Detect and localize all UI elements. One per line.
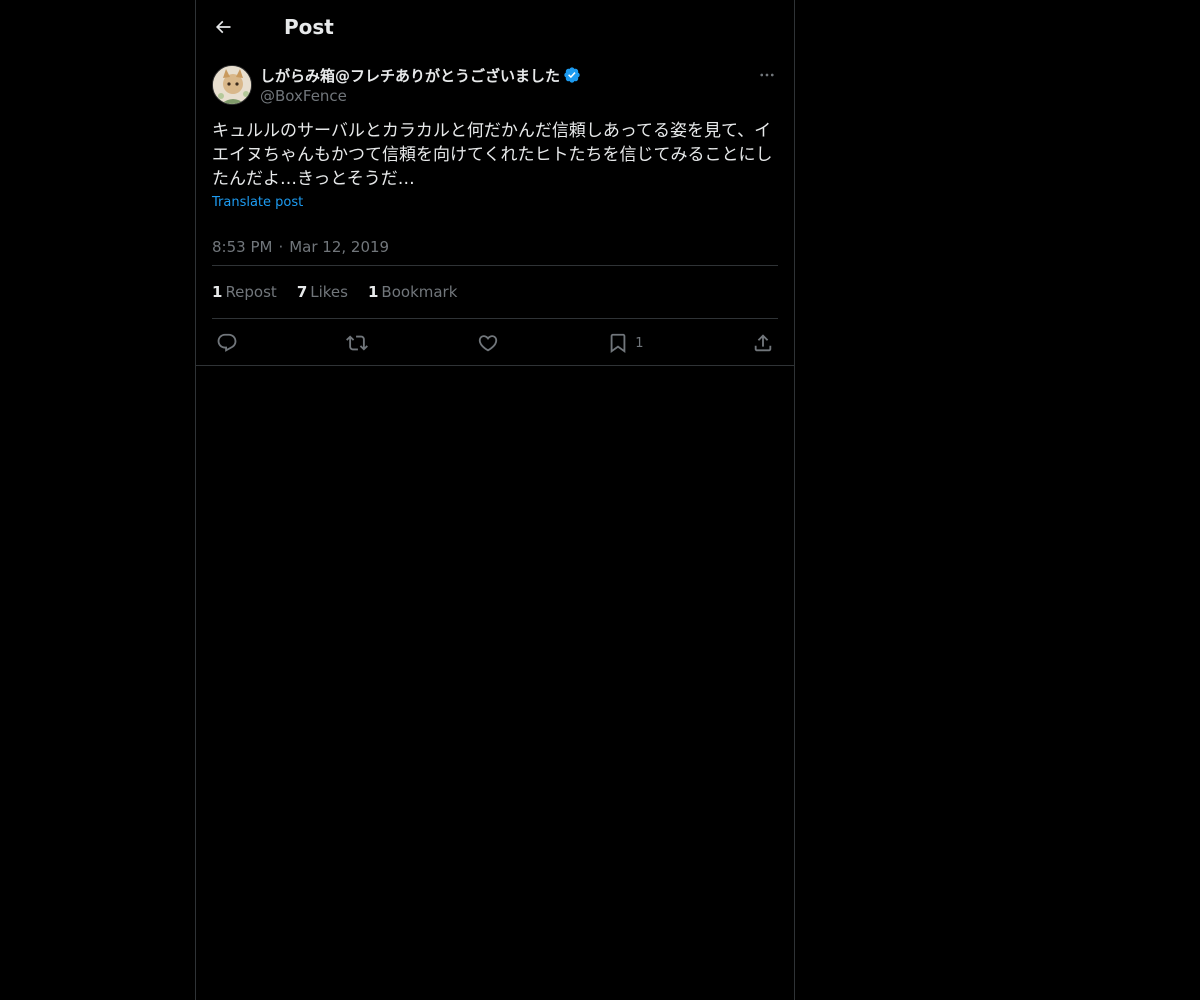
repost-icon <box>346 335 369 351</box>
translate-post-link[interactable]: Translate post <box>212 194 778 212</box>
arrow-left-icon <box>215 20 231 34</box>
post-text: キュルルのサーバルとカラカルと何だかんだ信頼しあってる姿を見て、イエイヌちゃんも… <box>212 121 773 189</box>
likes-count: 7 <box>296 283 308 301</box>
avatar-image <box>213 66 251 104</box>
more-horizontal-icon <box>760 73 774 77</box>
heart-icon <box>478 335 498 352</box>
timestamp-row: 8:53 PM · Mar 12, 2019 <box>212 229 778 265</box>
bookmarks-count: 1 <box>367 283 379 301</box>
action-bar: 1 <box>212 319 778 367</box>
repost-button[interactable] <box>346 332 369 354</box>
bookmarks-stat[interactable]: 1 Bookmark <box>368 283 457 301</box>
bookmark-action-count: 1 <box>635 335 644 351</box>
reply-button[interactable] <box>216 332 238 354</box>
top-bar: Post <box>196 0 794 54</box>
engagement-stats: 1 Repost 7 Likes 1 Bookmark <box>212 266 778 318</box>
author-meta: しがらみ箱@フレチありがとうございました @BoxFence <box>260 64 581 106</box>
timestamp-separator: · <box>278 238 284 256</box>
share-icon <box>754 334 772 352</box>
verified-badge-icon[interactable] <box>563 66 581 84</box>
bookmark-icon <box>610 333 626 354</box>
author-row: しがらみ箱@フレチありがとうございました @BoxFence <box>212 64 778 106</box>
post-date[interactable]: Mar 12, 2019 <box>289 229 389 265</box>
avatar[interactable] <box>212 65 252 105</box>
post-time[interactable]: 8:53 PM <box>212 229 272 265</box>
likes-label: Likes <box>310 283 348 301</box>
reposts-count: 1 <box>212 283 223 301</box>
user-handle[interactable]: @BoxFence <box>260 86 581 106</box>
page-title: Post <box>284 15 334 39</box>
reposts-label: Repost <box>225 283 277 301</box>
reply-icon <box>217 333 237 352</box>
likes-stat[interactable]: 7 Likes <box>297 283 348 301</box>
more-options-button[interactable] <box>756 64 778 86</box>
bookmarks-label: Bookmark <box>381 283 458 301</box>
display-name[interactable]: しがらみ箱@フレチありがとうございました <box>260 65 560 86</box>
reposts-stat[interactable]: 1 Repost <box>212 283 277 301</box>
bookmark-button[interactable]: 1 <box>607 332 644 354</box>
share-button[interactable] <box>752 332 774 354</box>
like-button[interactable] <box>477 332 499 354</box>
back-button[interactable] <box>212 16 234 38</box>
display-name-row: しがらみ箱@フレチありがとうございました <box>260 64 581 86</box>
post-article: しがらみ箱@フレチありがとうございました @BoxFence キュルルのサーバル… <box>196 64 794 367</box>
post-bottom-border <box>196 365 794 366</box>
primary-column: Post しがらみ箱@フレチありがとうございました @BoxFence キュルル… <box>195 0 795 1000</box>
